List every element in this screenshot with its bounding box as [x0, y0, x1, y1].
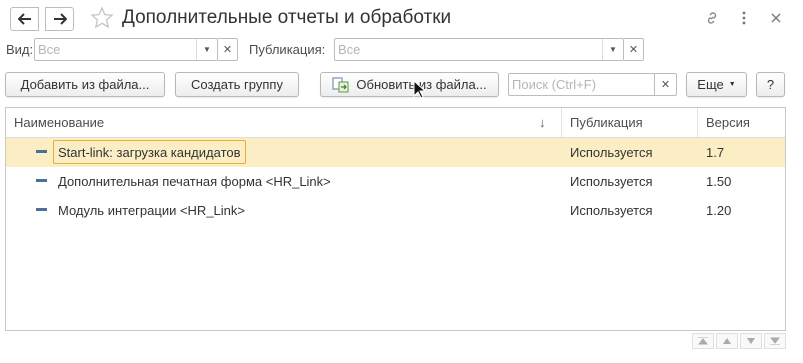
scroll-bottom-button[interactable]: [764, 333, 786, 349]
table-header: Наименование ↓ Публикация Версия: [6, 108, 785, 138]
help-button[interactable]: ?: [756, 72, 785, 97]
filter-row: Вид: Все ▼ ✕ Публикация: Все ▼ ✕: [0, 38, 803, 62]
more-button[interactable]: Еще ▼: [686, 72, 747, 97]
table-row[interactable]: Дополнительная печатная форма <HR_Link> …: [6, 167, 785, 196]
kind-clear-icon[interactable]: ✕: [218, 38, 238, 61]
publication-label: Публикация:: [249, 42, 326, 57]
row-publication-cell[interactable]: Используется: [570, 196, 653, 225]
add-from-file-button[interactable]: Добавить из файла...: [5, 72, 165, 97]
kind-dropdown-icon[interactable]: ▼: [196, 39, 217, 60]
scroll-down-button[interactable]: [740, 333, 762, 349]
more-vertical-icon[interactable]: [735, 9, 753, 27]
scroll-up-button[interactable]: [716, 333, 738, 349]
list-item-icon: [36, 208, 47, 211]
more-label: Еще: [697, 77, 724, 92]
publication-clear-icon[interactable]: ✕: [624, 38, 644, 61]
back-arrow-icon: [17, 13, 31, 25]
toolbar: Добавить из файла... Создать группу Обно…: [0, 72, 803, 98]
column-header-name[interactable]: Наименование: [6, 108, 561, 137]
forward-button[interactable]: [45, 7, 74, 31]
scroll-bottom-icon: [770, 337, 780, 345]
row-version-cell[interactable]: 1.20: [706, 196, 731, 225]
row-name-cell[interactable]: Модуль интеграции <HR_Link>: [58, 196, 245, 225]
kind-input[interactable]: Все: [35, 39, 196, 60]
row-version-cell[interactable]: 1.50: [706, 167, 731, 196]
chevron-down-icon: ▼: [728, 81, 736, 88]
table-row[interactable]: Модуль интеграции <HR_Link> Используется…: [6, 196, 785, 225]
scroll-down-icon: [747, 338, 755, 344]
favorite-star-icon[interactable]: [90, 6, 114, 30]
scroll-up-icon: [723, 338, 731, 344]
update-file-icon: [332, 77, 349, 92]
row-name-cell[interactable]: Start-link: загрузка кандидатов: [53, 140, 246, 164]
publication-combo[interactable]: Все ▼: [334, 38, 624, 61]
scroll-top-icon: [698, 337, 708, 345]
table-row[interactable]: Start-link: загрузка кандидатов Использу…: [6, 138, 785, 167]
title-bar: Дополнительные отчеты и обработки: [0, 0, 803, 36]
items-table[interactable]: Наименование ↓ Публикация Версия Start-l…: [5, 107, 786, 331]
column-header-version[interactable]: Версия: [697, 108, 785, 137]
column-header-publication[interactable]: Публикация: [561, 108, 697, 137]
row-publication-cell[interactable]: Используется: [570, 138, 653, 167]
search-input[interactable]: Поиск (Ctrl+F): [508, 73, 655, 96]
row-name-cell[interactable]: Дополнительная печатная форма <HR_Link>: [58, 167, 331, 196]
publication-input[interactable]: Все: [335, 39, 602, 60]
back-button[interactable]: [10, 7, 39, 31]
list-item-icon: [36, 150, 47, 153]
update-from-file-button[interactable]: Обновить из файла...: [320, 72, 499, 97]
mouse-cursor-icon: [413, 80, 425, 99]
forward-arrow-icon: [53, 13, 67, 25]
create-group-button[interactable]: Создать группу: [175, 72, 299, 97]
search-clear-icon[interactable]: ✕: [655, 73, 677, 96]
scroll-controls: [692, 333, 786, 349]
close-icon[interactable]: [767, 9, 785, 27]
row-publication-cell[interactable]: Используется: [570, 167, 653, 196]
row-version-cell[interactable]: 1.7: [706, 138, 724, 167]
publication-dropdown-icon[interactable]: ▼: [602, 39, 623, 60]
link-icon[interactable]: [703, 9, 721, 27]
kind-combo[interactable]: Все ▼: [34, 38, 218, 61]
kind-label: Вид:: [6, 42, 34, 57]
sort-down-icon[interactable]: ↓: [539, 115, 546, 130]
scroll-top-button[interactable]: [692, 333, 714, 349]
page-title: Дополнительные отчеты и обработки: [122, 7, 452, 28]
list-item-icon: [36, 179, 47, 182]
